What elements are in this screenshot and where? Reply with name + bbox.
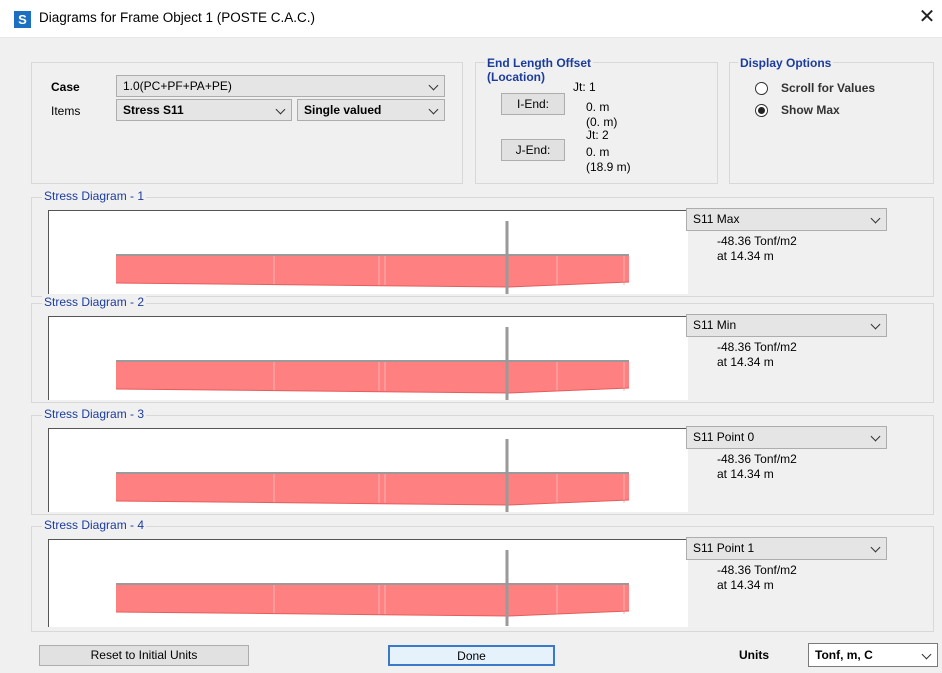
i-end-value: 0. m <box>586 100 610 114</box>
units-select[interactable]: Tonf, m, C <box>808 643 938 667</box>
window-title: Diagrams for Frame Object 1 (POSTE C.A.C… <box>39 10 316 25</box>
case-select[interactable]: 1.0(PC+PF+PA+PE) <box>116 75 445 97</box>
value-mode-select[interactable]: Single valued <box>297 99 445 121</box>
value-mode-value: Single valued <box>304 103 382 117</box>
component-select-value: S11 Point 0 <box>693 430 755 444</box>
end-length-offset-legend: End Length Offset <box>485 56 593 70</box>
stress-value: -48.36 Tonf/m2 <box>717 563 797 577</box>
stress-diagram-svg <box>115 550 630 626</box>
chevron-down-icon <box>428 80 439 91</box>
stress-location: at 14.34 m <box>717 355 774 369</box>
units-label: Units <box>739 648 769 662</box>
j-end-location: (18.9 m) <box>586 160 631 174</box>
stress-value: -48.36 Tonf/m2 <box>717 234 797 248</box>
stress-fill-area <box>116 585 629 616</box>
display-options-legend: Display Options <box>738 56 834 70</box>
case-label: Case <box>51 80 80 94</box>
jt2-text: Jt: 2 <box>586 128 609 142</box>
stress-fill-area <box>116 474 629 505</box>
j-end-button[interactable]: J-End: <box>501 139 565 161</box>
component-select-value: S11 Point 1 <box>693 541 755 555</box>
stress-location: at 14.34 m <box>717 249 774 263</box>
items-select[interactable]: Stress S11 <box>116 99 292 121</box>
stress-diagram-plot[interactable] <box>48 428 688 512</box>
stress-fill-area <box>116 362 629 393</box>
stress-diagram-plot[interactable] <box>48 210 688 294</box>
scroll-for-values-label[interactable]: Scroll for Values <box>781 81 875 95</box>
app-logo-icon: S <box>14 11 31 28</box>
stress-diagram-svg <box>115 221 630 294</box>
stress-location: at 14.34 m <box>717 578 774 592</box>
stress-diagram-svg <box>115 439 630 512</box>
done-button[interactable]: Done <box>388 645 555 666</box>
reset-to-initial-units-button[interactable]: Reset to Initial Units <box>39 645 249 666</box>
stress-diagram-title: Stress Diagram - 2 <box>42 295 147 309</box>
stress-location: at 14.34 m <box>717 467 774 481</box>
stress-diagram-svg <box>115 327 630 400</box>
chevron-down-icon <box>870 319 881 330</box>
i-end-button[interactable]: I-End: <box>501 93 565 115</box>
stress-value: -48.36 Tonf/m2 <box>717 340 797 354</box>
stress-diagram-plot[interactable] <box>48 316 688 400</box>
stress-diagram-title: Stress Diagram - 3 <box>42 407 147 421</box>
chevron-down-icon <box>870 431 881 442</box>
items-select-value: Stress S11 <box>123 103 184 117</box>
component-select-value: S11 Min <box>693 318 737 332</box>
show-max-radio[interactable] <box>755 104 768 117</box>
scroll-for-values-radio[interactable] <box>755 82 768 95</box>
location-legend: (Location) <box>487 70 545 84</box>
items-label: Items <box>51 104 81 118</box>
stress-fill-area <box>116 256 629 287</box>
chevron-down-icon <box>870 213 881 224</box>
chevron-down-icon <box>921 649 932 660</box>
component-select-value: S11 Max <box>693 212 740 226</box>
show-max-label[interactable]: Show Max <box>781 103 840 117</box>
chevron-down-icon <box>275 104 286 115</box>
component-select[interactable]: S11 Max <box>686 208 887 231</box>
j-end-value: 0. m <box>586 145 610 159</box>
jt1-text: Jt: 1 <box>573 80 596 94</box>
component-select[interactable]: S11 Min <box>686 314 887 337</box>
chevron-down-icon <box>870 542 881 553</box>
chevron-down-icon <box>428 104 439 115</box>
component-select[interactable]: S11 Point 0 <box>686 426 887 449</box>
case-select-value: 1.0(PC+PF+PA+PE) <box>123 79 232 93</box>
units-select-value: Tonf, m, C <box>815 648 873 662</box>
stress-value: -48.36 Tonf/m2 <box>717 452 797 466</box>
stress-diagram-title: Stress Diagram - 4 <box>42 518 147 532</box>
component-select[interactable]: S11 Point 1 <box>686 537 887 560</box>
stress-diagram-title: Stress Diagram - 1 <box>42 189 147 203</box>
title-bar: S Diagrams for Frame Object 1 (POSTE C.A… <box>0 0 942 38</box>
close-icon[interactable]: ✕ <box>916 7 938 29</box>
stress-diagram-plot[interactable] <box>48 539 688 627</box>
